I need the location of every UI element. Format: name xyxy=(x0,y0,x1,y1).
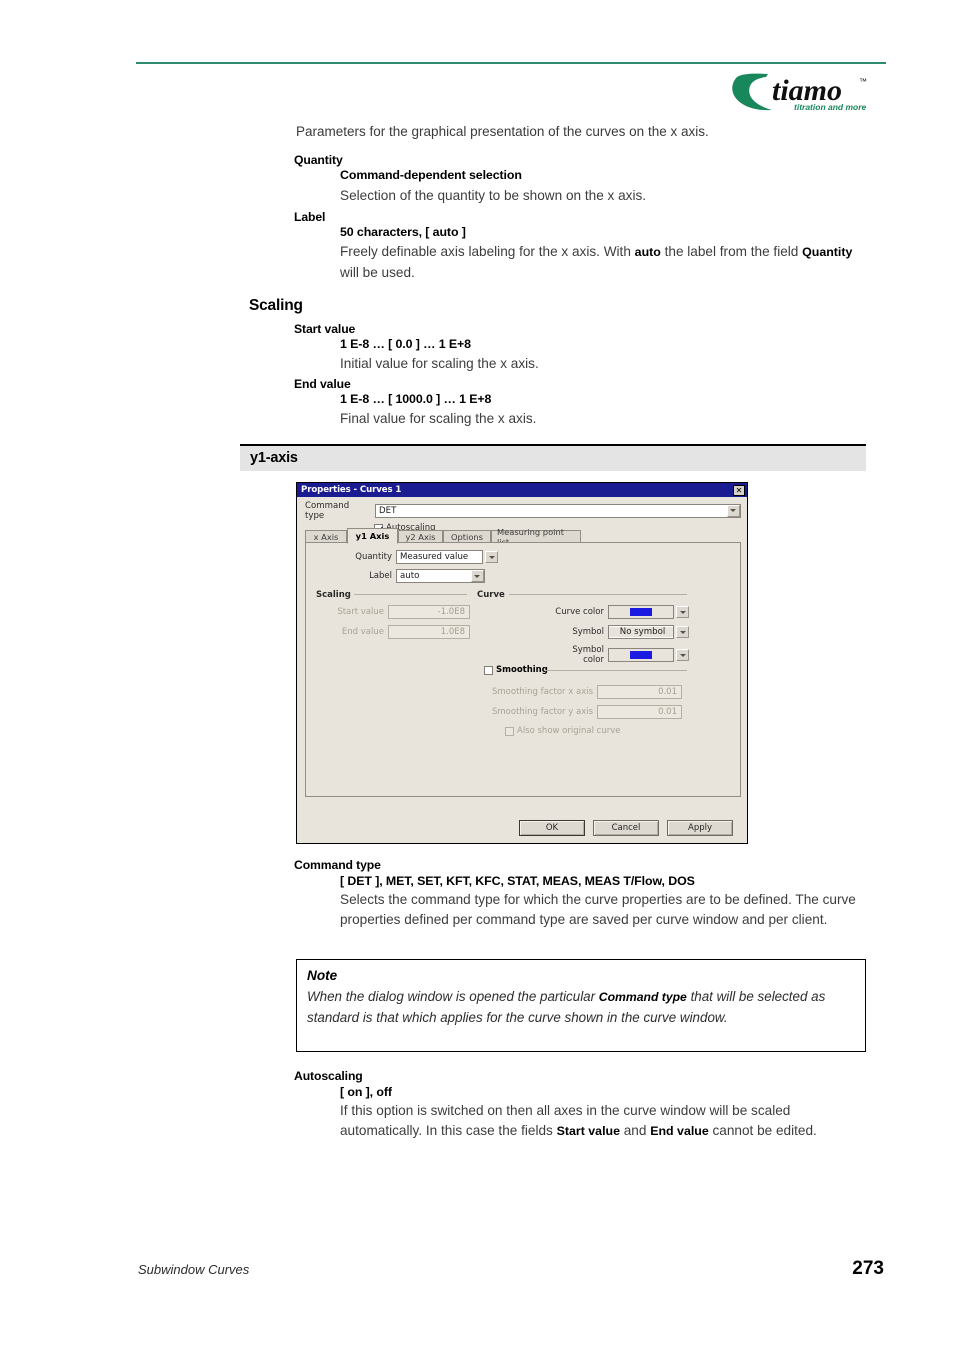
description-start-value: Initial value for scaling the x axis. xyxy=(340,356,539,371)
checkbox-icon-smoothing[interactable] xyxy=(484,665,493,675)
symbol-value: No symbol xyxy=(609,627,673,637)
ok-button[interactable]: OK xyxy=(519,820,585,836)
end-value-label: End value xyxy=(341,627,384,637)
smoothing-factor-x-input[interactable]: 0.01 xyxy=(597,685,682,699)
symbol-color-swatch-box[interactable] xyxy=(608,648,674,662)
command-type-row: Command type DET xyxy=(305,500,741,521)
quantity-row: Quantity Measured value xyxy=(334,550,499,564)
smoothing-group-title: Smoothing xyxy=(496,665,548,675)
term-command-type: Command type xyxy=(294,858,381,872)
apply-button[interactable]: Apply xyxy=(667,820,733,836)
curve-group-divider xyxy=(509,594,687,595)
dialog-titlebar: Properties - Curves 1 ✕ xyxy=(297,483,747,497)
value-command-type: [ DET ], MET, SET, KFT, KFC, STAT, MEAS,… xyxy=(340,874,695,888)
quantity-value: Measured value xyxy=(400,552,469,562)
page-number: 273 xyxy=(852,1258,884,1279)
smoothing-factor-x-row: Smoothing factor x axis 0.01 xyxy=(492,685,682,699)
chevron-down-icon-quantity[interactable] xyxy=(485,551,498,563)
value-label: 50 characters, [ auto ] xyxy=(340,225,466,239)
dialog-title: Properties - Curves 1 xyxy=(301,485,402,495)
value-end-value: 1 E-8 … [ 1000.0 ] … 1 E+8 xyxy=(340,392,492,406)
curve-color-label: Curve color xyxy=(555,607,604,617)
description-command-type: Selects the command type for which the c… xyxy=(340,892,856,927)
symbol-row: Symbol No symbol xyxy=(549,625,690,639)
chevron-down-icon-symbol-color[interactable] xyxy=(676,649,689,661)
label-label: Label xyxy=(369,571,392,581)
dialog-button-bar: OK Cancel Apply xyxy=(297,813,747,843)
chevron-down-icon-label[interactable] xyxy=(470,570,484,582)
label-row: Label auto xyxy=(334,569,485,583)
description-quantity: Selection of the quantity to be shown on… xyxy=(340,188,647,203)
symbol-color-row: Symbol color xyxy=(549,645,690,665)
quantity-label: Quantity xyxy=(355,552,392,562)
heading-scaling: Scaling xyxy=(249,297,303,314)
symbol-color-label: Symbol color xyxy=(572,645,604,665)
tiamo-logo-svg: tiamo ™ titration and more xyxy=(732,73,867,112)
svg-text:titration and more: titration and more xyxy=(794,102,867,112)
end-value-input[interactable]: 1.0E8 xyxy=(388,625,470,639)
value-start-value: 1 E-8 … [ 0.0 ] … 1 E+8 xyxy=(340,337,471,351)
checkbox-icon-original-curve[interactable] xyxy=(505,726,514,736)
tab-strip: x Axis y1 Axis y2 Axis Options Measuring… xyxy=(305,527,741,547)
curve-color-swatch-box[interactable] xyxy=(608,605,674,619)
term-end-value: End value xyxy=(294,377,351,391)
label-value: auto xyxy=(400,571,420,581)
description-label: Freely definable axis labeling for the x… xyxy=(340,244,853,280)
chevron-down-icon-symbol[interactable] xyxy=(676,626,689,638)
command-type-label: Command type xyxy=(305,500,350,521)
smoothing-checkbox-row[interactable]: Smoothing xyxy=(484,665,548,675)
term-quantity: Quantity xyxy=(294,153,343,167)
curve-group-title: Curve xyxy=(477,590,505,600)
note-body: When the dialog window is opened the par… xyxy=(307,989,826,1025)
tiamo-logo: tiamo ™ titration and more xyxy=(728,68,886,116)
y1-axis-tab-panel: Quantity Measured value Label auto Scali… xyxy=(305,542,741,797)
smoothing-group-divider xyxy=(545,670,687,671)
chevron-down-icon-curve-color[interactable] xyxy=(676,606,689,618)
term-autoscaling: Autoscaling xyxy=(294,1069,363,1083)
section-band-label: y1-axis xyxy=(250,450,298,466)
original-curve-label: Also show original curve xyxy=(517,726,621,736)
smoothing-factor-y-input[interactable]: 0.01 xyxy=(597,705,682,719)
smoothing-factor-y-label: Smoothing factor y axis xyxy=(492,707,594,717)
description-end-value: Final value for scaling the x axis. xyxy=(340,411,537,426)
symbol-color-swatch xyxy=(630,651,652,659)
label-select[interactable]: auto xyxy=(396,569,485,583)
note-title: Note xyxy=(307,968,338,983)
intro-paragraph: Parameters for the graphical presentatio… xyxy=(296,124,709,139)
symbol-label: Symbol xyxy=(572,627,604,637)
term-label: Label xyxy=(294,210,326,224)
start-value-row: Start value -1.0E8 xyxy=(328,605,470,619)
tab-y1-axis[interactable]: y1 Axis xyxy=(347,528,398,544)
command-type-select[interactable]: DET xyxy=(375,503,741,518)
header-rule xyxy=(136,62,886,64)
svg-text:™: ™ xyxy=(859,77,867,86)
start-value-input[interactable]: -1.0E8 xyxy=(388,605,470,619)
original-curve-checkbox-row[interactable]: Also show original curve xyxy=(505,726,620,736)
section-band-y1-axis: y1-axis xyxy=(240,444,866,471)
footer-section-name: Subwindow Curves xyxy=(138,1262,250,1277)
properties-dialog: Properties - Curves 1 ✕ Command type DET… xyxy=(296,482,748,844)
value-quantity: Command-dependent selection xyxy=(340,168,522,182)
symbol-select[interactable]: No symbol xyxy=(608,625,674,639)
scaling-group-title: Scaling xyxy=(316,590,351,600)
start-value-label: Start value xyxy=(337,607,384,617)
smoothing-factor-y-row: Smoothing factor y axis 0.01 xyxy=(492,705,682,719)
scaling-group-divider xyxy=(354,594,467,595)
chevron-down-icon[interactable] xyxy=(726,504,740,517)
quantity-select[interactable]: Measured value xyxy=(396,550,483,564)
term-start-value: Start value xyxy=(294,322,356,336)
value-autoscaling: [ on ], off xyxy=(340,1085,392,1099)
curve-color-swatch xyxy=(630,608,652,616)
smoothing-factor-x-label: Smoothing factor x axis xyxy=(492,687,594,697)
note-box: Note When the dialog window is opened th… xyxy=(296,959,866,1052)
close-icon[interactable]: ✕ xyxy=(733,484,745,496)
curve-color-row: Curve color xyxy=(549,605,690,619)
end-value-row: End value 1.0E8 xyxy=(328,625,470,639)
description-autoscaling: If this option is switched on then all a… xyxy=(340,1103,817,1138)
cancel-button[interactable]: Cancel xyxy=(593,820,659,836)
command-type-value: DET xyxy=(379,505,397,516)
